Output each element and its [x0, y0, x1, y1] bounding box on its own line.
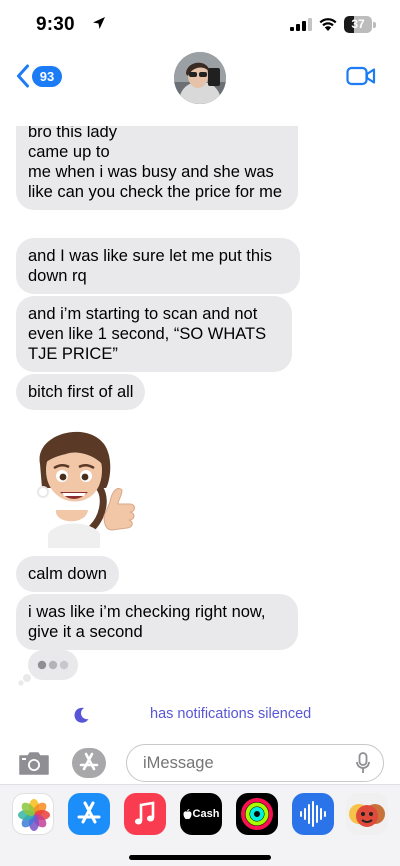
message-thread[interactable]: bro this lady came up to me when i was bus… [0, 126, 400, 696]
contact-name-redacted [172, 104, 228, 122]
home-indicator[interactable] [129, 855, 271, 860]
apple-logo-icon [183, 808, 192, 819]
activity-rings-icon [241, 798, 273, 830]
app-store-icon [77, 801, 101, 824]
typing-indicator [18, 650, 78, 686]
location-arrow-icon [93, 17, 105, 29]
message-bubble-received[interactable]: calm down [16, 556, 119, 592]
music-note-icon [134, 801, 155, 825]
fitness-app-button[interactable] [236, 793, 278, 835]
silenced-text: has notifications silenced [150, 706, 312, 722]
camera-icon [19, 752, 49, 775]
apple-cash-app-button[interactable]: Cash [180, 793, 222, 835]
photos-app-button[interactable] [12, 793, 54, 835]
message-bubble-received[interactable]: and I was like sure let me put this down… [16, 238, 300, 294]
chevron-left-icon [17, 64, 29, 88]
compose-bar [0, 742, 400, 784]
unread-count-badge: 93 [32, 65, 62, 87]
memoji-thumbs-up-sticker[interactable] [26, 424, 138, 548]
microphone-icon[interactable] [356, 752, 370, 774]
photos-icon [18, 799, 50, 831]
apps-button[interactable] [72, 748, 106, 778]
imessage-input[interactable] [126, 744, 384, 782]
status-bar: 9:30 37 [0, 0, 400, 52]
waveform-icon [300, 801, 326, 827]
battery-level: 37 [351, 17, 365, 31]
video-camera-icon [346, 66, 376, 86]
audio-message-app-button[interactable] [292, 793, 334, 835]
memoji-app-button[interactable] [346, 793, 388, 835]
clock: 9:30 [36, 14, 75, 35]
conversation-header: 93 [0, 52, 400, 126]
message-bubble-received[interactable]: i was like i’m checking right now, give … [16, 594, 298, 650]
back-button[interactable]: 93 [16, 64, 62, 88]
notifications-silenced-notice: has notifications silenced [0, 702, 400, 728]
moon-icon [74, 707, 89, 723]
battery-icon: 37 [344, 16, 376, 33]
imessage-app-drawer: Cash [0, 784, 400, 866]
wifi-icon [319, 18, 337, 31]
music-app-button[interactable] [124, 793, 166, 835]
message-bubble-received[interactable]: bitch first of all [16, 374, 146, 410]
cash-label: Cash [192, 808, 220, 820]
camera-button[interactable] [18, 750, 50, 781]
cellular-signal-icon [290, 18, 312, 31]
app-store-app-button[interactable] [68, 793, 110, 835]
message-bubble-received[interactable]: and i’m starting to scan and not even li… [16, 296, 292, 372]
facetime-video-button[interactable] [346, 66, 376, 91]
contact-avatar[interactable] [174, 52, 226, 104]
message-bubble-received[interactable]: bro this lady came up to me when i was bus… [16, 126, 298, 210]
app-store-icon [79, 752, 99, 771]
memoji-icon [349, 804, 385, 827]
